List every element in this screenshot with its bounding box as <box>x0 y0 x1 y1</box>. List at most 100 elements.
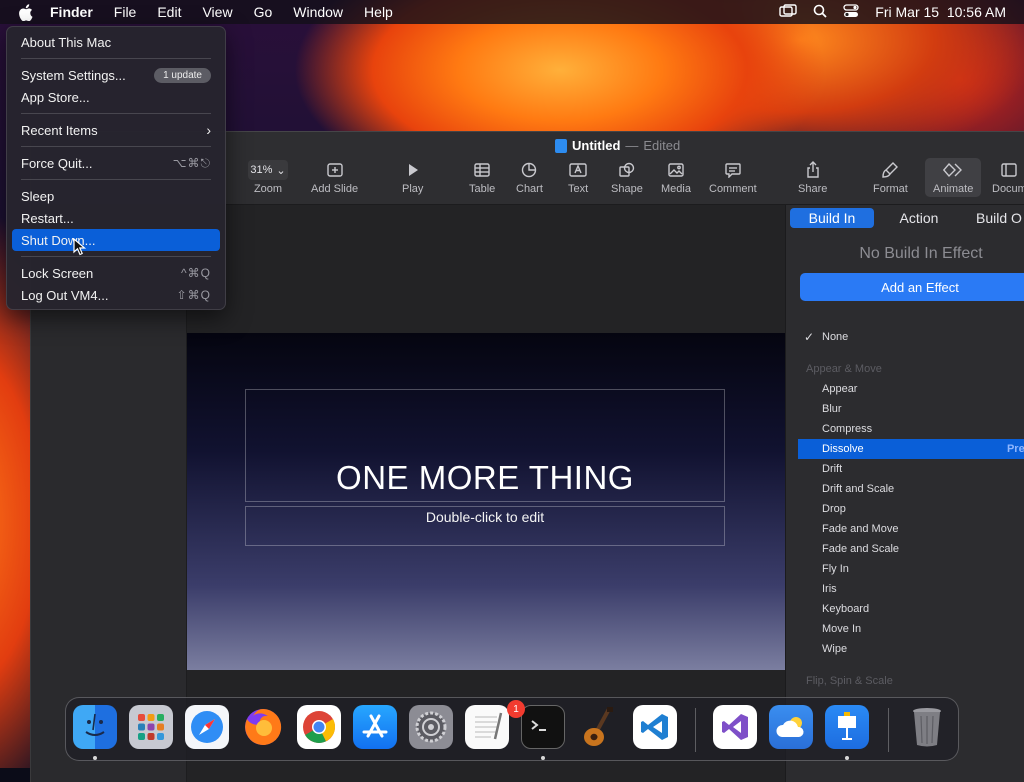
share-button[interactable]: Share <box>798 160 827 195</box>
document-button[interactable]: Docum <box>992 160 1024 195</box>
dock-weather-icon[interactable] <box>769 705 813 749</box>
slide-subtitle-box[interactable]: Double-click to edit <box>245 506 725 546</box>
dock-keynote-icon[interactable] <box>825 705 869 749</box>
document-name[interactable]: Untitled <box>572 138 620 153</box>
zoom-select[interactable]: 31% ⌄ <box>248 160 288 180</box>
effect-fade-and-move[interactable]: Fade and Move <box>798 519 1024 539</box>
menu-log-out[interactable]: Log Out VM4... ⇧⌘Q <box>12 284 220 306</box>
dock-chrome-icon[interactable] <box>297 705 341 749</box>
effect-drift-and-scale[interactable]: Drift and Scale <box>798 479 1024 499</box>
effect-appear[interactable]: Appear <box>798 379 1024 399</box>
category-appear-move: Appear & Move <box>806 363 882 375</box>
effect-drop[interactable]: Drop <box>798 499 1024 519</box>
menu-app-store[interactable]: App Store... <box>12 86 220 108</box>
effect-move-in[interactable]: Move In <box>798 619 1024 639</box>
menu-window[interactable]: Window <box>293 4 343 20</box>
effect-keyboard[interactable]: Keyboard <box>798 599 1024 619</box>
menu-recent-items[interactable]: Recent Items › <box>12 119 220 141</box>
dock-terminal-icon[interactable] <box>521 705 565 749</box>
menu-system-settings[interactable]: System Settings... 1 update <box>12 64 220 86</box>
play-button[interactable]: Play <box>402 160 423 195</box>
shape-button[interactable]: Shape <box>611 160 643 195</box>
format-button[interactable]: Format <box>873 160 908 195</box>
add-effect-button[interactable]: Add an Effect <box>800 273 1024 301</box>
effect-fade-and-scale[interactable]: Fade and Scale <box>798 539 1024 559</box>
tab-build-in[interactable]: Build In <box>790 208 874 228</box>
effect-iris[interactable]: Iris <box>798 579 1024 599</box>
settings-notification-badge: 1 <box>507 700 525 718</box>
effect-drift[interactable]: Drift <box>798 459 1024 479</box>
effect-compress[interactable]: Compress <box>798 419 1024 439</box>
zoom-control[interactable]: 31% ⌄ Zoom <box>248 160 288 195</box>
dock-finder-icon[interactable] <box>73 705 117 749</box>
update-badge: 1 update <box>154 67 211 83</box>
menu-separator <box>21 256 211 257</box>
dock-visual-studio-icon[interactable] <box>713 705 757 749</box>
force-quit-shortcut: ⌥⌘⎋ <box>172 155 211 170</box>
spotlight-search-icon[interactable] <box>813 4 827 21</box>
zoom-value: 31% <box>250 164 273 176</box>
control-center-icon[interactable] <box>843 3 859 21</box>
category-flip-spin-scale: Flip, Spin & Scale <box>806 675 893 687</box>
media-button[interactable]: Media <box>661 160 691 195</box>
dock-textedit-icon[interactable] <box>465 705 509 749</box>
menu-restart[interactable]: Restart... <box>12 207 220 229</box>
chevron-right-icon: › <box>206 122 211 138</box>
menu-force-quit[interactable]: Force Quit... ⌥⌘⎋ <box>12 152 220 174</box>
menu-about-this-mac[interactable]: About This Mac <box>12 31 220 53</box>
keynote-doc-icon <box>555 138 567 153</box>
preview-button[interactable]: Previe <box>1007 443 1024 455</box>
menu-view[interactable]: View <box>202 4 232 20</box>
dock-divider <box>695 708 696 752</box>
apple-menu-icon[interactable] <box>18 3 36 21</box>
menu-sleep[interactable]: Sleep <box>12 185 220 207</box>
dock-garageband-icon[interactable] <box>577 705 621 749</box>
menu-app-name[interactable]: Finder <box>50 4 93 20</box>
chart-button[interactable]: Chart <box>516 160 543 195</box>
dock-launchpad-icon[interactable] <box>129 705 173 749</box>
dock-running-indicator <box>845 756 849 760</box>
menu-shut-down[interactable]: Shut Down... <box>12 229 220 251</box>
zoom-label: Zoom <box>253 183 283 195</box>
menu-help[interactable]: Help <box>364 4 393 20</box>
slide[interactable]: ONE MORE THING Double-click to edit <box>187 333 785 670</box>
slide-canvas[interactable]: ONE MORE THING Double-click to edit <box>187 205 785 782</box>
dock-firefox-icon[interactable] <box>241 705 285 749</box>
apple-menu-dropdown: About This Mac System Settings... 1 updat… <box>6 26 226 310</box>
dock-running-indicator <box>541 756 545 760</box>
dock-vscode-icon[interactable] <box>633 705 677 749</box>
menu-go[interactable]: Go <box>254 4 273 20</box>
dock-system-settings-icon[interactable] <box>409 705 453 749</box>
menu-edit[interactable]: Edit <box>157 4 181 20</box>
recent-label: Recent Items <box>21 122 98 138</box>
effect-none[interactable]: ✓ None <box>798 327 1024 347</box>
settings-label: System Settings... <box>21 67 126 83</box>
slide-title-box[interactable]: ONE MORE THING <box>245 389 725 502</box>
dock-safari-icon[interactable] <box>185 705 229 749</box>
screen-mirroring-icon[interactable] <box>779 3 797 21</box>
menu-separator <box>21 179 211 180</box>
dock-trash-icon[interactable] <box>905 705 949 749</box>
effect-blur[interactable]: Blur <box>798 399 1024 419</box>
effect-dissolve[interactable]: Dissolve Previe <box>798 439 1024 459</box>
menu-lock-screen[interactable]: Lock Screen ^⌘Q <box>12 262 220 284</box>
menu-separator <box>21 146 211 147</box>
effect-fly-in[interactable]: Fly In <box>798 559 1024 579</box>
tab-build-out[interactable]: Build O <box>964 208 1024 228</box>
dock-app-store-icon[interactable] <box>353 705 397 749</box>
animate-button[interactable]: Animate <box>925 158 982 197</box>
text-button[interactable]: Text <box>568 160 588 195</box>
menu-bar: Finder File Edit View Go Window Help Fri… <box>0 0 1024 24</box>
menu-clock[interactable]: Fri Mar 15 10:56 AM <box>875 4 1006 20</box>
comment-button[interactable]: Comment <box>709 160 757 195</box>
force-quit-label: Force Quit... <box>21 155 93 171</box>
add-slide-button[interactable]: Add Slide <box>311 160 358 195</box>
tab-action[interactable]: Action <box>874 208 964 228</box>
effect-wipe[interactable]: Wipe <box>798 639 1024 659</box>
animate-label: Animate <box>933 183 974 195</box>
menu-file[interactable]: File <box>114 4 137 20</box>
chart-label: Chart <box>516 183 543 195</box>
checkmark-icon: ✓ <box>804 330 815 344</box>
table-button[interactable]: Table <box>469 160 495 195</box>
table-label: Table <box>469 183 496 195</box>
